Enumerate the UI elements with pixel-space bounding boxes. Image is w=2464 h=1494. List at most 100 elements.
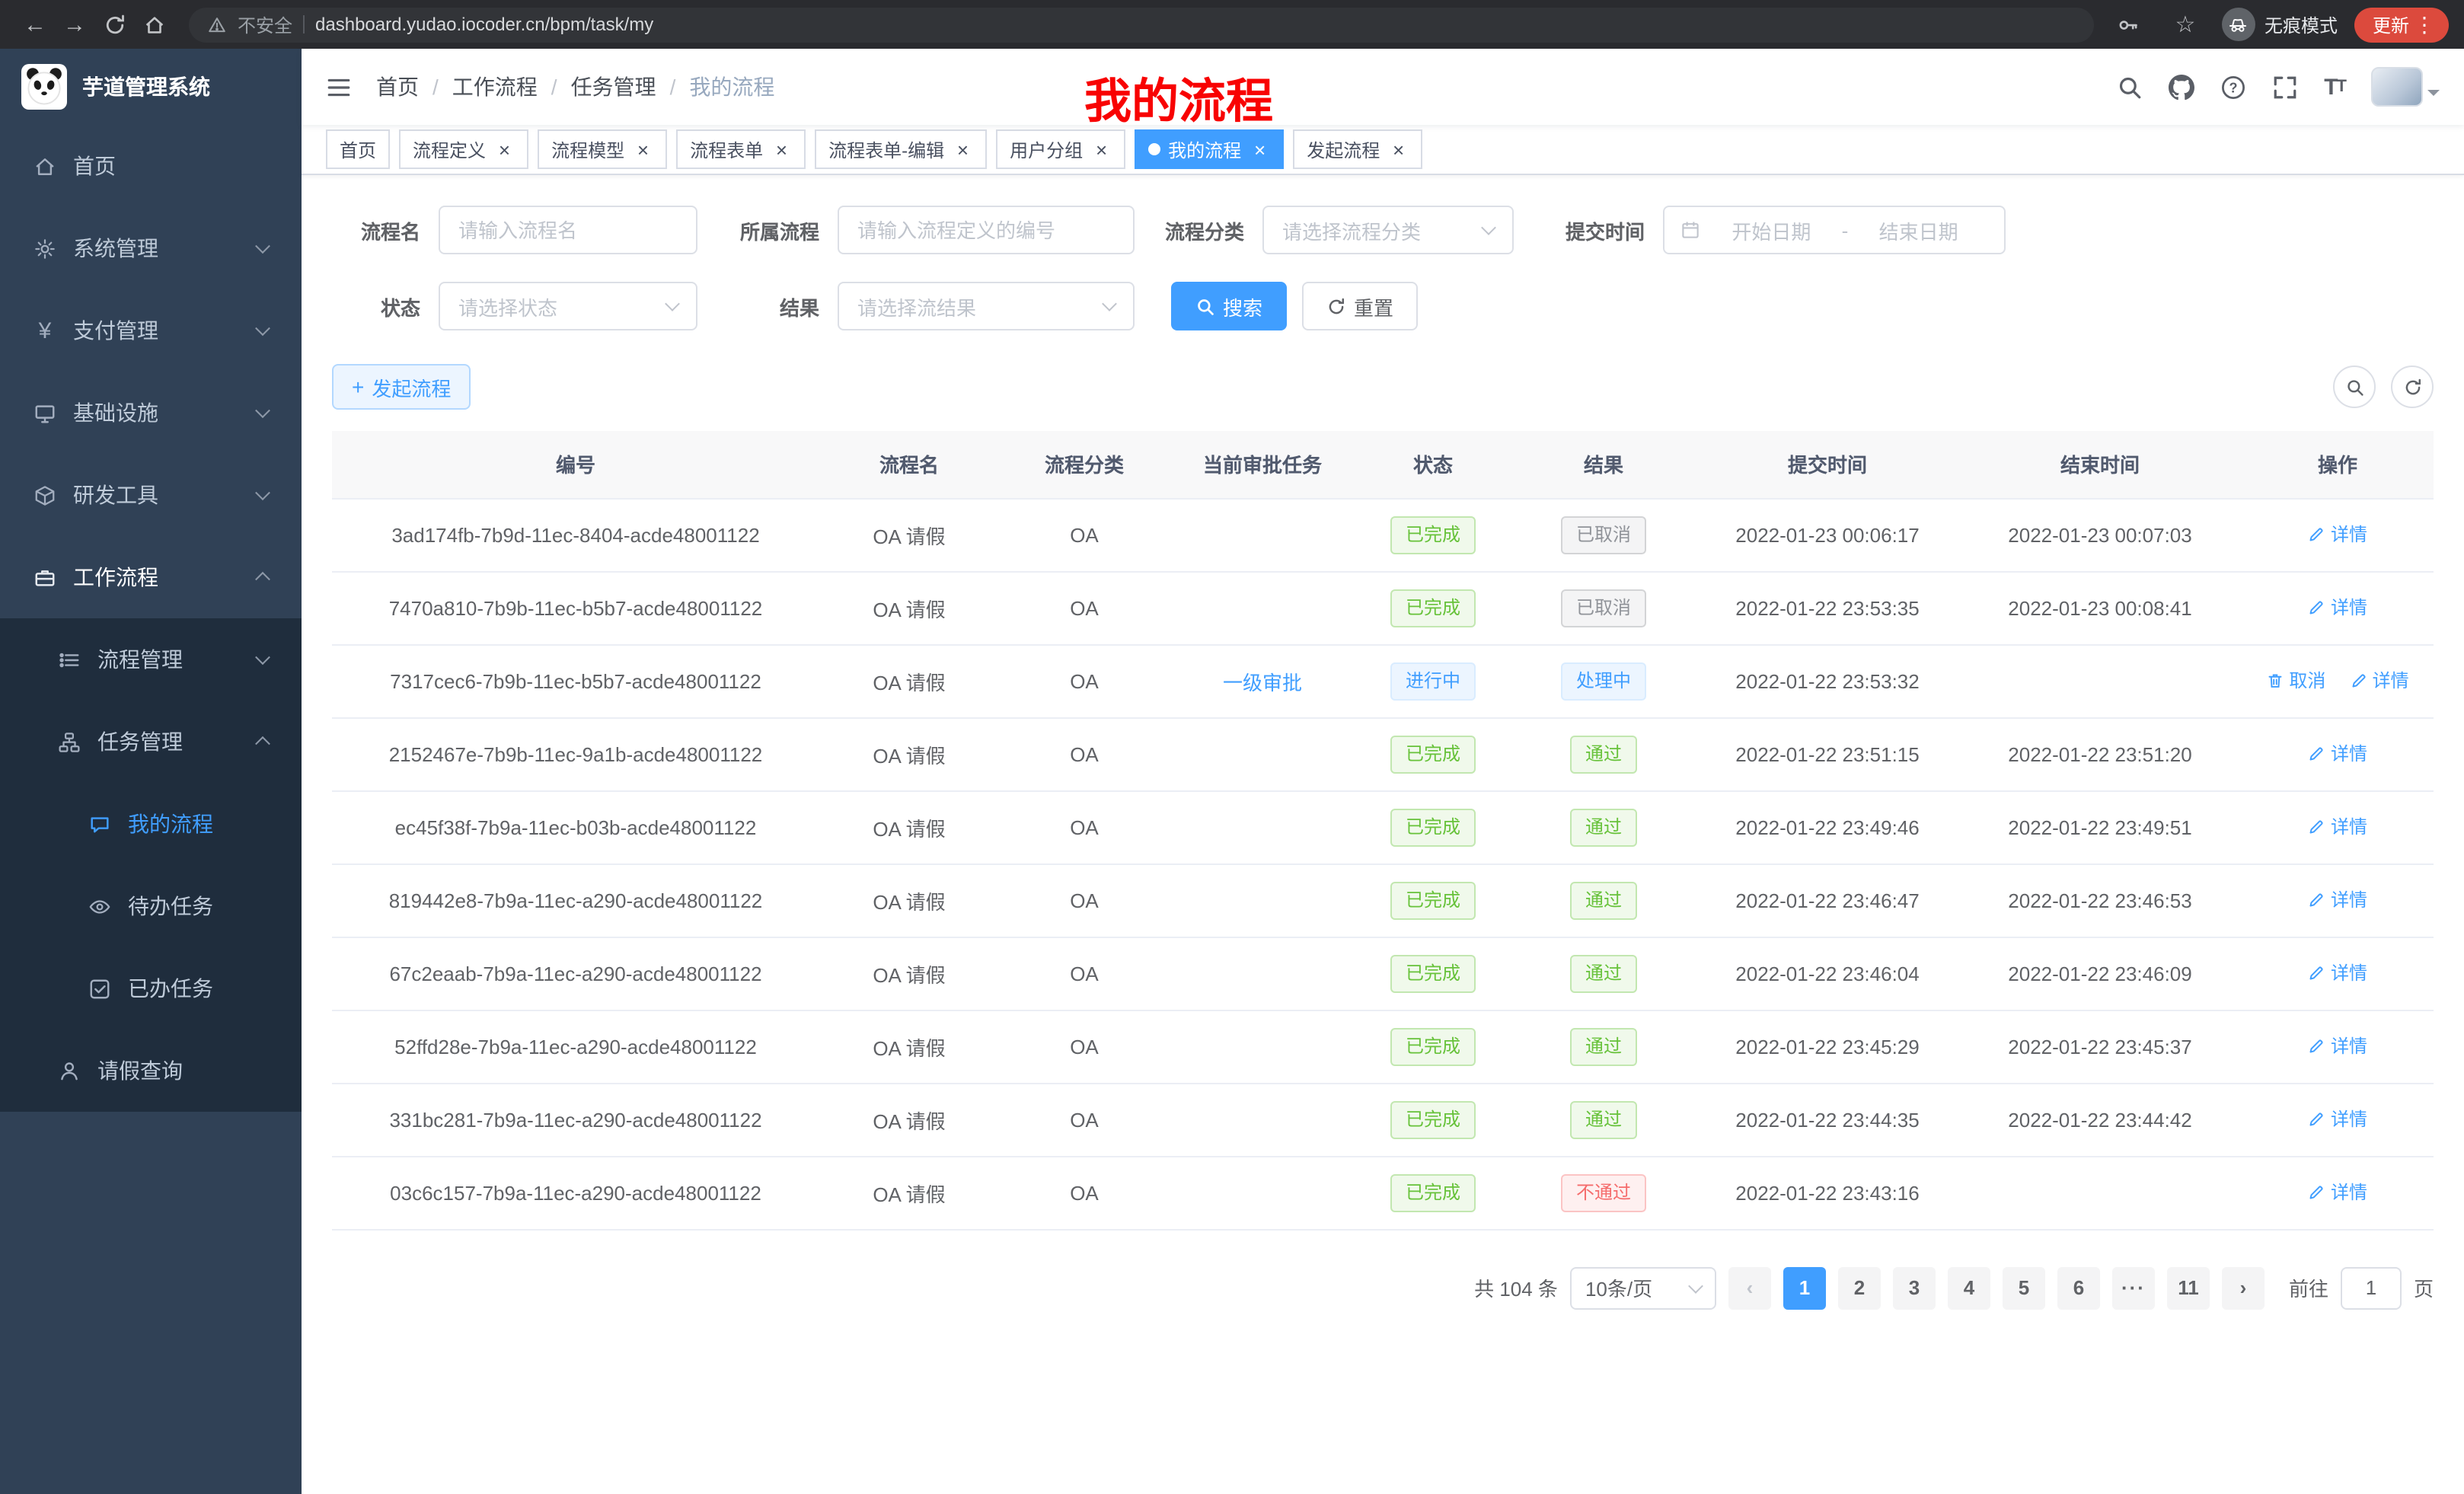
- close-icon[interactable]: ×: [771, 138, 792, 161]
- status-select[interactable]: 请选择状态: [439, 282, 697, 330]
- search-toggle-button[interactable]: [2333, 366, 2376, 408]
- forward-icon[interactable]: →: [55, 5, 94, 44]
- sidebar-item-infrastructure[interactable]: 基础设施: [0, 372, 302, 454]
- detail-action[interactable]: 详情: [2308, 1033, 2367, 1059]
- sidebar-item-my-process[interactable]: 我的流程: [0, 783, 302, 865]
- tab[interactable]: 流程表单 ×: [676, 129, 806, 169]
- sidebar-item-leave-query[interactable]: 请假查询: [0, 1030, 302, 1112]
- tab[interactable]: 流程表单-编辑 ×: [815, 129, 987, 169]
- tab[interactable]: 首页 ×: [326, 129, 390, 169]
- back-icon[interactable]: ←: [15, 5, 55, 44]
- tab[interactable]: 流程模型 ×: [538, 129, 667, 169]
- search-icon[interactable]: [2117, 74, 2143, 100]
- page-number[interactable]: 5: [2003, 1266, 2045, 1309]
- reset-button[interactable]: 重置: [1302, 282, 1418, 330]
- page-number[interactable]: 3: [1893, 1266, 1936, 1309]
- page-number[interactable]: 11: [2167, 1266, 2210, 1309]
- task-link[interactable]: 一级审批: [1223, 671, 1302, 694]
- detail-action[interactable]: 详情: [2308, 1106, 2367, 1132]
- tab[interactable]: 我的流程 ×: [1135, 129, 1284, 169]
- search-button[interactable]: 搜索: [1171, 282, 1287, 330]
- page-number[interactable]: 6: [2057, 1266, 2100, 1309]
- page-number[interactable]: 1: [1783, 1266, 1826, 1309]
- page-number[interactable]: 2: [1838, 1266, 1881, 1309]
- key-icon[interactable]: [2109, 5, 2149, 44]
- sidebar-item-workflow[interactable]: 工作流程: [0, 536, 302, 618]
- close-icon[interactable]: ×: [1387, 138, 1409, 161]
- app-logo[interactable]: 芋道管理系统: [0, 49, 302, 125]
- detail-action[interactable]: 详情: [2308, 887, 2367, 913]
- menu-dots-icon[interactable]: ⋮: [2409, 11, 2440, 37]
- process-def-input[interactable]: [838, 206, 1135, 254]
- refresh-icon: [1326, 296, 1346, 316]
- chevron-down-icon: [1102, 296, 1117, 311]
- help-icon[interactable]: ?: [2220, 74, 2246, 100]
- tab[interactable]: 流程定义 ×: [399, 129, 528, 169]
- breadcrumb-home[interactable]: 首页: [376, 72, 419, 102]
- cell-end-time: 2022-01-22 23:44:42: [1958, 1083, 2242, 1156]
- avatar-image: [2371, 67, 2423, 107]
- detail-action[interactable]: 详情: [2308, 1180, 2367, 1205]
- bookmark-star-icon[interactable]: ☆: [2166, 5, 2205, 44]
- tab[interactable]: 发起流程 ×: [1293, 129, 1422, 169]
- tab-label: 用户分组: [1010, 136, 1083, 162]
- sidebar-item-devtools[interactable]: 研发工具: [0, 454, 302, 536]
- workflow-submenu: 流程管理 任务管理 我的流程 待办任务: [0, 618, 302, 1112]
- sidebar-item-payment[interactable]: ¥ 支付管理: [0, 289, 302, 372]
- result-select[interactable]: 请选择流结果: [838, 282, 1135, 330]
- briefcase-icon: [34, 566, 56, 589]
- close-icon[interactable]: ×: [952, 138, 973, 161]
- font-size-icon[interactable]: TT: [2324, 74, 2345, 100]
- detail-action[interactable]: 详情: [2308, 595, 2367, 621]
- submit-time-range[interactable]: 开始日期 - 结束日期: [1663, 206, 2006, 254]
- close-icon[interactable]: ×: [1090, 138, 1112, 161]
- update-button[interactable]: 更新 ⋮: [2354, 7, 2449, 42]
- org-chart-icon: [58, 730, 81, 753]
- table-toolbar: + 发起流程: [332, 364, 2434, 410]
- detail-action[interactable]: 详情: [2308, 814, 2367, 840]
- detail-action[interactable]: 详情: [2308, 522, 2367, 547]
- github-icon[interactable]: [2169, 74, 2194, 100]
- table-row: 67c2eaab-7b9a-11ec-a290-acde48001122 OA …: [332, 937, 2434, 1010]
- goto-page-input[interactable]: [2341, 1266, 2402, 1309]
- hamburger-icon[interactable]: [326, 74, 352, 100]
- detail-action[interactable]: 详情: [2308, 741, 2367, 767]
- table-refresh-button[interactable]: [2391, 366, 2434, 408]
- cell-actions: 详情: [2242, 864, 2434, 937]
- close-icon[interactable]: ×: [493, 138, 515, 161]
- cell-submit-time: 2022-01-23 00:06:17: [1696, 498, 1958, 571]
- result-tag: 通过: [1570, 808, 1637, 846]
- sidebar-item-system[interactable]: 系统管理: [0, 207, 302, 289]
- close-icon[interactable]: ×: [1249, 138, 1270, 161]
- close-icon[interactable]: ×: [632, 138, 653, 161]
- category-select[interactable]: 请选择流程分类: [1262, 206, 1514, 254]
- sidebar-item-home[interactable]: 首页: [0, 125, 302, 207]
- refresh-icon[interactable]: [94, 5, 134, 44]
- process-name-input[interactable]: [439, 206, 697, 254]
- status-tag: 已完成: [1390, 516, 1476, 554]
- sidebar: 芋道管理系统 首页 系统管理 ¥ 支付管理: [0, 49, 302, 1494]
- page-number[interactable]: 4: [1948, 1266, 1990, 1309]
- status-tag: 已完成: [1390, 881, 1476, 919]
- sidebar-item-process-management[interactable]: 流程管理: [0, 618, 302, 701]
- user-avatar[interactable]: [2371, 67, 2440, 107]
- prev-page-button[interactable]: ‹: [1728, 1266, 1771, 1309]
- sidebar-item-todo-tasks[interactable]: 待办任务: [0, 865, 302, 947]
- chevron-down-icon: [255, 238, 270, 254]
- next-page-button[interactable]: ›: [2222, 1266, 2265, 1309]
- page-size-select[interactable]: 10条/页: [1570, 1266, 1716, 1309]
- breadcrumb-workflow[interactable]: 工作流程: [452, 72, 538, 102]
- sidebar-item-done-tasks[interactable]: 已办任务: [0, 947, 302, 1030]
- home-icon[interactable]: [134, 5, 174, 44]
- cancel-action[interactable]: 取消: [2266, 668, 2325, 694]
- breadcrumb-task-management[interactable]: 任务管理: [571, 72, 656, 102]
- fullscreen-icon[interactable]: [2272, 74, 2298, 100]
- sidebar-item-task-management[interactable]: 任务管理: [0, 701, 302, 783]
- address-bar[interactable]: 不安全 dashboard.yudao.iocoder.cn/bpm/task/…: [189, 7, 2094, 42]
- cell-submit-time: 2022-01-22 23:53:32: [1696, 644, 1958, 717]
- tab[interactable]: 用户分组 ×: [996, 129, 1125, 169]
- detail-action[interactable]: 详情: [2350, 668, 2409, 694]
- detail-action[interactable]: 详情: [2308, 960, 2367, 986]
- page-number[interactable]: ···: [2112, 1266, 2155, 1309]
- start-process-button[interactable]: + 发起流程: [332, 364, 471, 410]
